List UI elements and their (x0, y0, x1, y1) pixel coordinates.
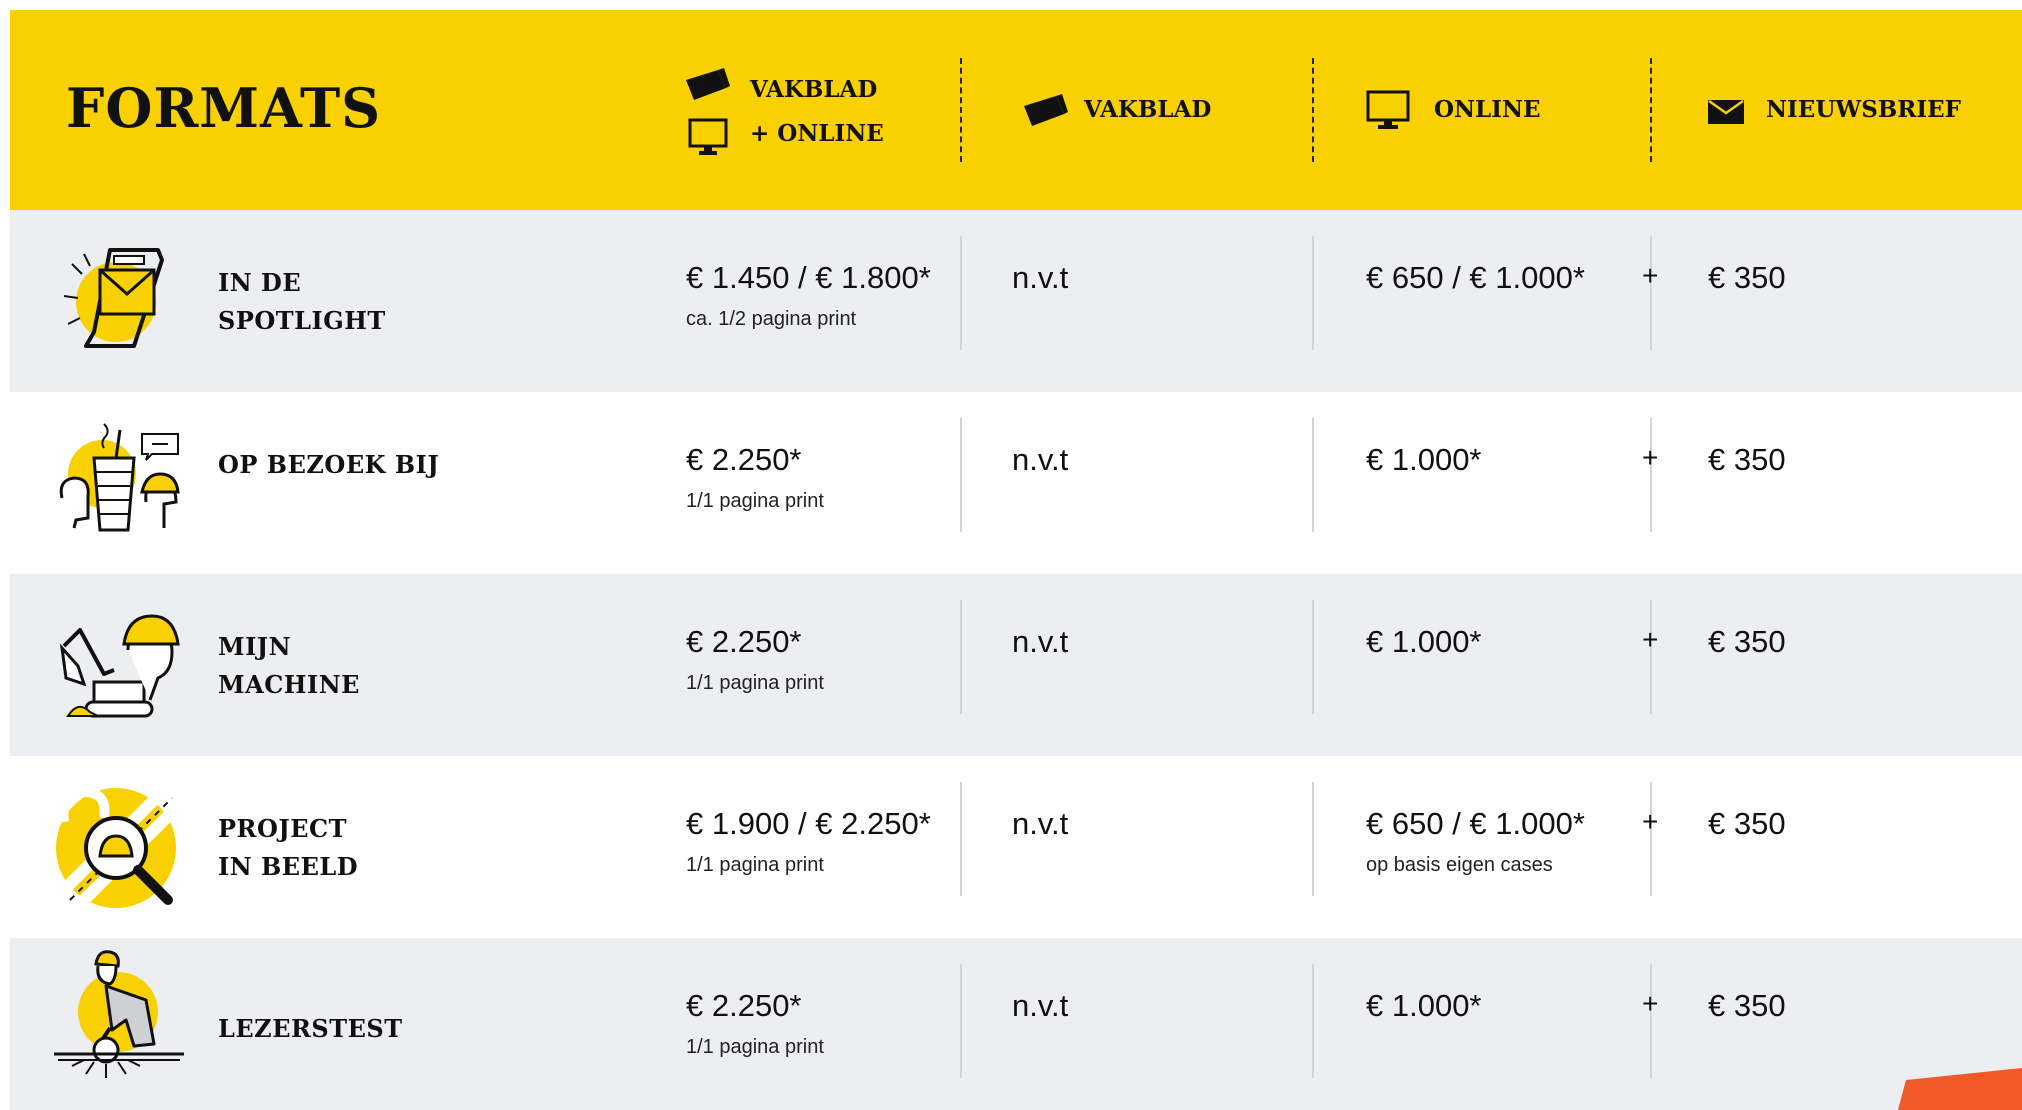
column-divider (1312, 600, 1314, 714)
worker-saw-icon (54, 950, 184, 1078)
monitor-icon (688, 118, 728, 155)
online-price: € 1.000* (1366, 624, 1482, 659)
vakblad-value: n.v.t (1012, 988, 1069, 1023)
page-title: FORMATS (66, 76, 382, 140)
combo-price: € 2.250* (686, 624, 802, 659)
column-divider (960, 236, 962, 350)
row-name: LEZERSTEST (218, 1014, 403, 1043)
column-divider (1312, 418, 1314, 532)
combo-price: € 2.250* (686, 442, 802, 477)
column-divider (1312, 782, 1314, 896)
table-row: IN DE SPOTLIGHT € 1.450 / € 1.800* ca. 1… (10, 210, 2022, 392)
magnifier-road-icon (56, 785, 183, 911)
magazine-icon (1024, 94, 1068, 126)
excavator-icon (59, 614, 180, 718)
column-divider (1650, 236, 1652, 350)
row-name: PROJECT IN BEELD (218, 814, 359, 881)
online-price: € 1.000* (1366, 988, 1482, 1023)
combo-price: € 2.250* (686, 988, 802, 1023)
column-divider (960, 418, 962, 532)
header-divider (1650, 58, 1652, 162)
combo-sub: 1/1 pagina print (686, 672, 824, 694)
online-price: € 1.000* (1366, 442, 1482, 477)
column-divider (1650, 782, 1652, 896)
nieuwsbrief-price: € 350 (1708, 624, 1786, 659)
row-name: MIJN MACHINE (218, 632, 360, 699)
vakblad-value: n.v.t (1012, 442, 1069, 477)
col-nieuwsbrief: NIEUWSBRIEF (1766, 96, 1961, 123)
col-online: ONLINE (1434, 96, 1541, 123)
nieuwsbrief-price: € 350 (1708, 806, 1786, 841)
combo-price: € 1.450 / € 1.800* (686, 260, 931, 295)
column-divider (1650, 600, 1652, 714)
combo-sub: ca. 1/2 pagina print (686, 308, 857, 330)
nieuwsbrief-price: € 350 (1708, 260, 1786, 295)
col-vakblad-online-line2: + ONLINE (750, 120, 884, 147)
magazine-icon (686, 68, 730, 100)
vakblad-value: n.v.t (1012, 806, 1069, 841)
combo-sub: 1/1 pagina print (686, 854, 824, 876)
pricing-table: FORMATS VAKBLAD + ONLINE VAKBLAD ONLINE (10, 10, 2022, 1110)
nieuwsbrief-price: € 350 (1708, 988, 1786, 1023)
plus-sign: + (1642, 806, 1659, 837)
plus-sign: + (1642, 988, 1659, 1019)
nieuwsbrief-price: € 350 (1708, 442, 1786, 477)
table-row: PROJECT IN BEELD € 1.900 / € 2.250* 1/1 … (10, 756, 2022, 938)
visit-icon (59, 423, 180, 532)
table-row: MIJN MACHINE € 2.250* 1/1 pagina print n… (10, 574, 2022, 756)
column-divider (960, 964, 962, 1078)
plus-sign: + (1642, 442, 1659, 473)
online-price: € 650 / € 1.000* (1366, 260, 1585, 295)
monitor-icon (1366, 90, 1410, 129)
plus-sign: + (1642, 260, 1659, 291)
column-divider (1650, 964, 1652, 1078)
column-divider (1312, 236, 1314, 350)
row-name: OP BEZOEK BIJ (218, 450, 440, 479)
envelope-icon (1708, 100, 1744, 124)
table-row: OP BEZOEK BIJ € 2.250* 1/1 pagina print … (10, 392, 2022, 574)
combo-sub: 1/1 pagina print (686, 1036, 824, 1058)
column-divider (1650, 418, 1652, 532)
combo-sub: 1/1 pagina print (686, 490, 824, 512)
online-sub: op basis eigen cases (1366, 854, 1553, 876)
vakblad-value: n.v.t (1012, 260, 1069, 295)
vakblad-value: n.v.t (1012, 624, 1069, 659)
table-header: FORMATS VAKBLAD + ONLINE VAKBLAD ONLINE (10, 10, 2022, 210)
decorative-orange-shape (1898, 1068, 2022, 1110)
header-divider (1312, 58, 1314, 162)
plus-sign: + (1642, 624, 1659, 655)
column-divider (1312, 964, 1314, 1078)
column-divider (960, 782, 962, 896)
column-divider (960, 600, 962, 714)
header-divider (960, 58, 962, 162)
row-name: IN DE SPOTLIGHT (218, 268, 386, 335)
table-row: LEZERSTEST € 2.250* 1/1 pagina print n.v… (10, 938, 2022, 1110)
spotlight-icon (63, 248, 164, 348)
col-vakblad: VAKBLAD (1084, 96, 1212, 123)
combo-price: € 1.900 / € 2.250* (686, 806, 931, 841)
col-vakblad-online-line1: VAKBLAD (750, 76, 878, 103)
online-price: € 650 / € 1.000* (1366, 806, 1585, 841)
